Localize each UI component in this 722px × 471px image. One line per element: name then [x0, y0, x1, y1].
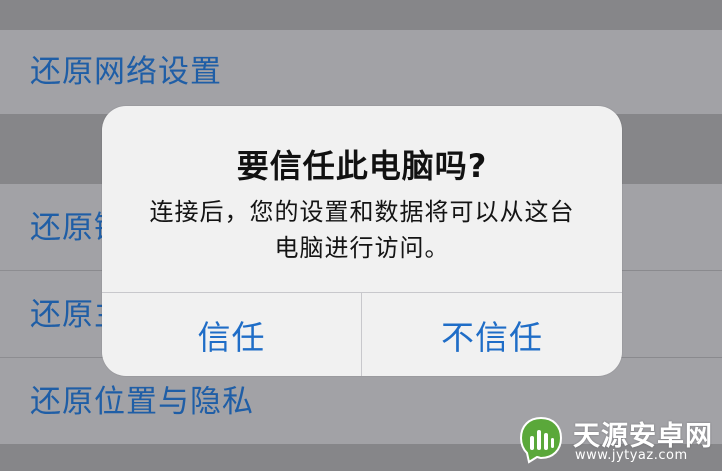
row-label: 还原网络设置: [30, 54, 222, 90]
trust-button[interactable]: 信任: [102, 293, 361, 376]
alert-message: 连接后，您的设置和数据将可以从这台 电脑进行访问。: [132, 194, 592, 266]
alert-title: 要信任此电脑吗?: [236, 147, 488, 185]
trust-computer-alert: 要信任此电脑吗? 连接后，您的设置和数据将可以从这台 电脑进行访问。 信任 不信…: [102, 106, 622, 376]
watermark-logo-icon: [519, 416, 563, 464]
settings-row-reset-network[interactable]: 还原网络设置: [0, 30, 722, 114]
site-watermark: 天源安卓网 www.jytyaz.com: [515, 412, 720, 468]
alert-message-line: 连接后，您的设置和数据将可以从这台: [149, 198, 575, 226]
alert-message-line: 电脑进行访问。: [274, 234, 450, 262]
row-label: 还原位置与隐私: [30, 384, 254, 420]
group-gap: [0, 0, 722, 30]
watermark-url: www.jytyaz.com: [575, 448, 688, 463]
dont-trust-button[interactable]: 不信任: [362, 293, 622, 376]
